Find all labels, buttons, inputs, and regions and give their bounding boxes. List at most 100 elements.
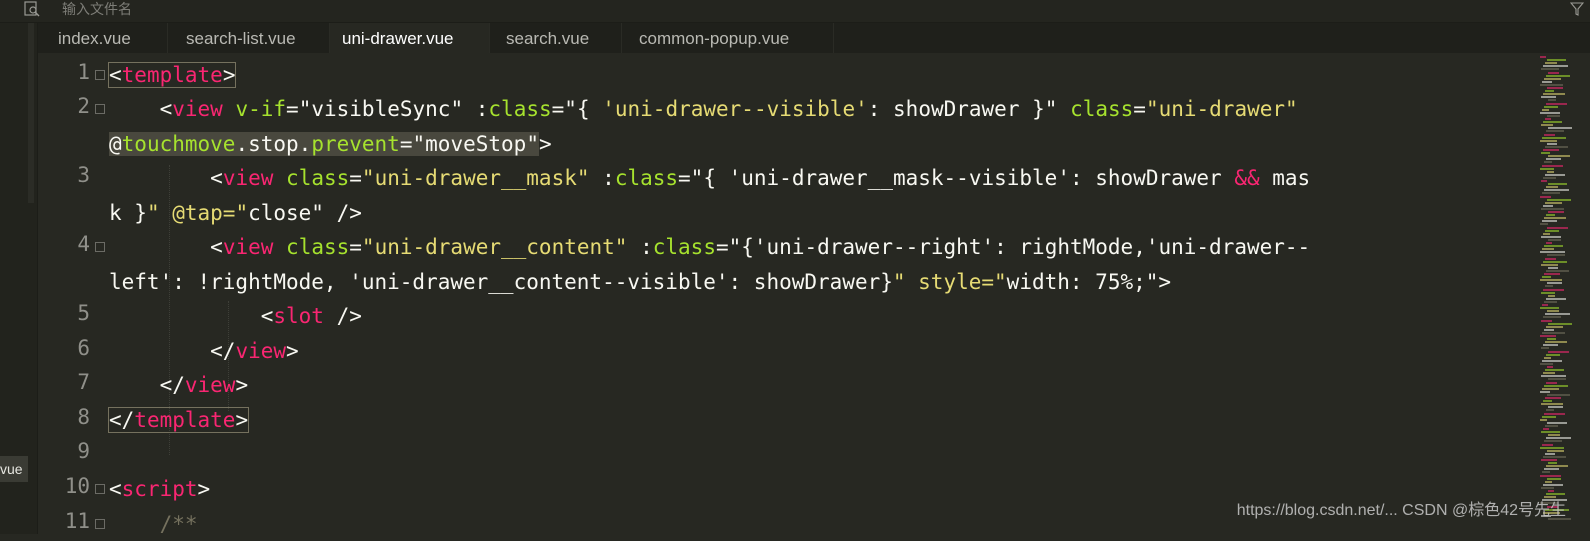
- minimap-line: [1543, 372, 1555, 375]
- minimap-line: [1548, 71, 1559, 74]
- minimap-line: [1548, 155, 1570, 158]
- fold-marker-icon[interactable]: [95, 70, 105, 80]
- minimap-line: [1540, 139, 1557, 142]
- minimap-line: [1548, 99, 1556, 102]
- minimap-line: [1547, 198, 1571, 201]
- tab-uni-drawer-vue[interactable]: uni-drawer.vue: [330, 23, 490, 53]
- minimap-line: [1548, 183, 1567, 186]
- minimap-line: [1542, 276, 1551, 279]
- minimap-line: [1540, 83, 1563, 86]
- minimap-line: [1542, 359, 1562, 362]
- minimap-line: [1543, 149, 1559, 151]
- minimap-line: [1543, 65, 1568, 68]
- line-number: 1: [77, 60, 90, 84]
- minimap-line: [1547, 254, 1565, 257]
- minimap-line: [1541, 124, 1553, 127]
- minimap[interactable]: [1540, 53, 1573, 534]
- minimap-line: [1540, 474, 1561, 477]
- minimap-line: [1548, 322, 1572, 325]
- file-search-input[interactable]: [60, 0, 1464, 20]
- minimap-line: [1546, 297, 1566, 300]
- minimap-line: [1542, 108, 1549, 111]
- minimap-line: [1547, 310, 1559, 313]
- minimap-line: [1542, 80, 1552, 83]
- minimap-line: [1547, 366, 1553, 368]
- fold-marker-icon[interactable]: [95, 519, 105, 529]
- minimap-line: [1543, 400, 1552, 403]
- minimap-line: [1540, 167, 1554, 170]
- minimap-line: [1540, 418, 1547, 421]
- minimap-line: [1542, 164, 1563, 167]
- minimap-line: [1541, 403, 1563, 406]
- minimap-line: [1544, 300, 1557, 303]
- minimap-line: [1544, 412, 1565, 415]
- minimap-line: [1545, 62, 1557, 65]
- minimap-line: [1540, 195, 1551, 198]
- minimap-line: [1543, 344, 1558, 347]
- minimap-line: [1542, 471, 1550, 474]
- minimap-line: [1543, 455, 1566, 458]
- line-number: 7: [77, 370, 90, 394]
- minimap-line: [1540, 111, 1560, 114]
- line-number-gutter: 1 2 3 4 5 6 7 8 9 10 11: [38, 53, 108, 534]
- minimap-line: [1542, 387, 1559, 390]
- minimap-line: [1540, 335, 1556, 337]
- minimap-line: [1542, 248, 1554, 251]
- minimap-line: [1547, 170, 1554, 173]
- minimap-line: [1541, 207, 1564, 210]
- file-sidebar: vue: [0, 23, 38, 534]
- minimap-line: [1543, 176, 1556, 179]
- minimap-line: [1541, 319, 1552, 322]
- minimap-line: [1546, 353, 1560, 356]
- minimap-line: [1548, 462, 1557, 465]
- minimap-line: [1547, 142, 1557, 145]
- tab-search-vue[interactable]: search.vue: [488, 23, 622, 53]
- code-line: <template>: [107, 62, 237, 88]
- minimap-line: [1540, 390, 1550, 393]
- minimap-line: [1546, 437, 1571, 440]
- minimap-line: [1542, 304, 1548, 306]
- minimap-line: [1546, 465, 1568, 468]
- minimap-line: [1548, 294, 1555, 297]
- minimap-line: [1541, 180, 1547, 182]
- tab-index-vue[interactable]: index.vue: [38, 23, 168, 53]
- line-number: 5: [77, 301, 90, 325]
- minimap-line: [1544, 273, 1560, 275]
- minimap-line: [1548, 378, 1566, 381]
- line-number: 11: [64, 509, 90, 533]
- minimap-line: [1541, 68, 1559, 71]
- fold-marker-icon[interactable]: [95, 242, 105, 252]
- minimap-line: [1545, 145, 1568, 148]
- minimap-line: [1541, 459, 1557, 461]
- minimap-line: [1544, 328, 1554, 331]
- sidebar-scrollbar[interactable]: [28, 23, 34, 203]
- code-line: </view>: [210, 339, 299, 363]
- file-search-bar: [0, 0, 1590, 23]
- minimap-line: [1548, 406, 1563, 409]
- minimap-line: [1546, 242, 1552, 244]
- fold-marker-icon[interactable]: [95, 484, 105, 494]
- minimap-line: [1541, 152, 1550, 155]
- minimap-line: [1545, 452, 1555, 455]
- tab-search-list-vue[interactable]: search-list.vue: [166, 23, 330, 53]
- line-number: 8: [77, 405, 90, 429]
- fold-marker-icon[interactable]: [95, 104, 105, 114]
- filter-icon[interactable]: [1570, 2, 1584, 16]
- minimap-line: [1541, 347, 1549, 350]
- tab-common-popup-vue[interactable]: common-popup.vue: [620, 23, 834, 53]
- code-line: k }" @tap="close" />: [109, 201, 362, 225]
- vertical-scrollbar[interactable]: [1572, 53, 1590, 534]
- code-editor[interactable]: 1 2 3 4 5 6 7 8 9 10 11 <template> <view…: [38, 53, 1538, 536]
- minimap-line: [1548, 266, 1558, 269]
- minimap-line: [1546, 130, 1564, 133]
- minimap-line: [1543, 121, 1562, 124]
- minimap-line: [1541, 486, 1554, 489]
- minimap-line: [1543, 204, 1553, 207]
- sidebar-file-item[interactable]: vue: [0, 456, 28, 482]
- minimap-line: [1544, 384, 1568, 387]
- minimap-line: [1548, 350, 1569, 353]
- minimap-line: [1547, 338, 1556, 341]
- line-number: 9: [77, 439, 90, 463]
- minimap-line: [1546, 381, 1557, 384]
- code-content[interactable]: <template> <view v-if="visibleSync" :cla…: [107, 53, 1549, 536]
